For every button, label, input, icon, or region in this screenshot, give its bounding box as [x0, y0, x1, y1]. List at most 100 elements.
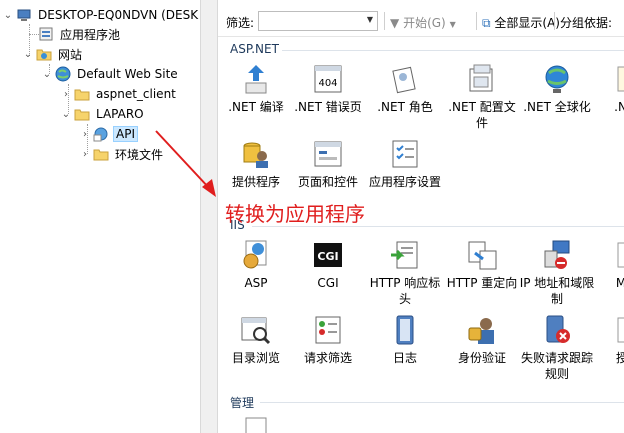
authentication-icon [466, 314, 498, 346]
response-headers-icon [389, 239, 421, 271]
tree-node-sites[interactable]: ⌄ 网站 [22, 44, 84, 64]
compilation-icon [240, 63, 272, 95]
feature-label: .NET [614, 100, 624, 114]
annotation-arrow [155, 130, 216, 197]
feature-cgi[interactable]: CGI CGI [290, 239, 366, 291]
feature-asp[interactable]: ASP [218, 239, 294, 291]
error-page-icon: 404 [312, 63, 344, 95]
feature-label: 授权 [615, 351, 624, 365]
feature-net-compilation[interactable]: .NET 编译 [218, 63, 294, 115]
tree-node-app-pools[interactable]: 应用程序池 [22, 24, 122, 44]
start-button[interactable]: ▼ 开始(G) ▼ [390, 14, 456, 31]
feature-net-roles[interactable]: .NET 角色 [367, 63, 443, 115]
feature-http-response-headers[interactable]: HTTP 响应标头 [367, 239, 443, 307]
feature-pages-controls[interactable]: 页面和控件 [290, 138, 366, 190]
feature-net-globalization[interactable]: .NET 全球化 [519, 63, 595, 115]
dropdown-arrow-icon[interactable]: ▼ [367, 15, 373, 24]
feature-label: CGI [317, 276, 339, 290]
feature-net-profile[interactable]: .NET 配置文件 [444, 63, 520, 131]
section-header-manage: 管理 [230, 396, 255, 410]
tree-label-laparo: LAPARO [96, 107, 144, 121]
feature-http-redirect[interactable]: HTTP 重定向 [444, 239, 520, 291]
collapse-arrow-icon[interactable]: ⌄ [2, 10, 14, 21]
feature-label: .NET 配置文件 [448, 100, 516, 130]
feature-label: HTTP 响应标头 [369, 276, 441, 306]
tree-node-default-site[interactable]: ⌄ Default Web Site [41, 64, 180, 84]
web-application-icon [93, 126, 109, 142]
tree-label-aspnet-client: aspnet_client [96, 87, 176, 101]
feature-label: .NET 错误页 [294, 100, 362, 114]
annotation-text: 转换为应用程序 [225, 202, 365, 226]
app-pool-icon [38, 26, 54, 42]
feature-label: 应用程序设置 [368, 175, 441, 189]
feature-request-filtering[interactable]: 请求筛选 [290, 314, 366, 366]
feature-label: 失败请求跟踪规则 [520, 351, 593, 381]
profile-icon [466, 63, 498, 95]
show-all-button[interactable]: ⧉ 全部显示(A) [482, 14, 560, 31]
pages-controls-icon [312, 138, 344, 170]
feature-logging[interactable]: 日志 [367, 314, 443, 366]
authorization-icon [612, 314, 624, 346]
filter-label: 筛选: [226, 16, 255, 30]
feature-label: 身份验证 [457, 351, 506, 365]
feature-authorization[interactable]: 授权 [590, 314, 624, 366]
feature-ip-domain-restrictions[interactable]: IP 地址和域限制 [519, 239, 595, 307]
asp-icon [240, 239, 272, 271]
feature-mime[interactable]: MIM [590, 239, 624, 291]
providers-icon [240, 138, 272, 170]
feature-net-more[interactable]: .NET [590, 63, 624, 115]
feature-app-settings[interactable]: 应用程序设置 [367, 138, 443, 190]
mime-icon [612, 239, 624, 271]
error-badge-text: 404 [318, 78, 337, 89]
filter-toolbar: 筛选: ▼ ▼ 开始(G) ▼ ⧉ 全部显示(A) 分组依据: [218, 7, 624, 37]
show-all-button-label: 全部显示(A) [494, 16, 560, 30]
collapse-arrow-icon[interactable]: ⌄ [41, 69, 53, 80]
pane-splitter[interactable] [200, 0, 218, 433]
feature-label: HTTP 重定向 [446, 276, 518, 290]
feature-net-error-pages[interactable]: 404 .NET 错误页 [290, 63, 366, 115]
filter-input[interactable]: ▼ [258, 11, 378, 31]
logging-icon [389, 314, 421, 346]
feature-label: ASP [244, 276, 268, 290]
app-settings-icon [389, 138, 421, 170]
feature-directory-browsing[interactable]: 目录浏览 [218, 314, 294, 366]
tree-node-laparo[interactable]: ⌄ LAPARO [60, 104, 146, 124]
feature-failed-request-tracing[interactable]: 失败请求跟踪规则 [519, 314, 595, 382]
feature-manage-config-editor[interactable] [218, 414, 294, 433]
feature-label: 请求筛选 [303, 351, 352, 365]
tree-node-aspnet-client[interactable]: › aspnet_client [60, 84, 178, 104]
globe-icon [55, 66, 71, 82]
tree-node-api[interactable]: › API [79, 124, 138, 144]
tree-label-sites: 网站 [58, 47, 83, 62]
feature-label: .NET 编译 [228, 100, 284, 114]
cgi-icon: CGI [312, 239, 344, 271]
request-filtering-icon [312, 314, 344, 346]
folder-icon [74, 86, 90, 102]
tree-label-api: API [113, 126, 138, 142]
tree-label-default-site: Default Web Site [77, 67, 178, 81]
tree-node-server[interactable]: ⌄ DESKTOP-EQ0NDVN (DESK [2, 5, 200, 25]
feature-label: 日志 [392, 351, 417, 365]
server-icon [16, 7, 32, 23]
collapse-arrow-icon[interactable]: ⌄ [22, 49, 34, 60]
funnel-icon: ▼ [390, 16, 400, 30]
show-all-icon: ⧉ [482, 16, 491, 30]
feature-label: 目录浏览 [231, 351, 280, 365]
feature-authentication[interactable]: 身份验证 [444, 314, 520, 366]
collapse-arrow-icon[interactable]: ⌄ [60, 109, 72, 120]
feature-label: MIM [615, 276, 624, 290]
feature-label: .NET 角色 [377, 100, 433, 114]
expand-arrow-icon[interactable]: › [79, 149, 91, 160]
directory-browsing-icon [240, 314, 272, 346]
ip-restrictions-icon [541, 239, 573, 271]
roles-icon [389, 63, 421, 95]
group-by-label: 分组依据: [560, 16, 613, 30]
failed-request-tracing-icon [541, 314, 573, 346]
tree-label-server: DESKTOP-EQ0NDVN (DESK [38, 8, 199, 22]
cgi-badge-text: CGI [317, 250, 338, 263]
expand-arrow-icon[interactable]: › [79, 129, 91, 140]
folder-icon [93, 146, 109, 162]
config-editor-icon [240, 414, 272, 433]
connections-tree: ⌄ DESKTOP-EQ0NDVN (DESK 应用程序池 ⌄ 网站 ⌄ Def… [0, 0, 200, 433]
expand-arrow-icon[interactable]: › [60, 89, 72, 100]
